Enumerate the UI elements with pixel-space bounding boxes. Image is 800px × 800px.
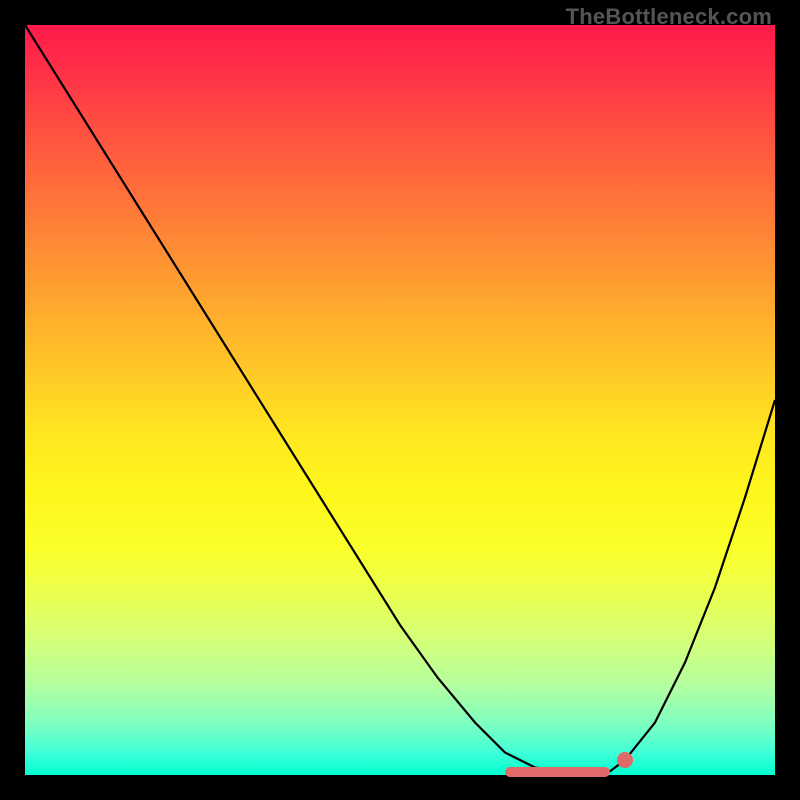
highlight-marker <box>617 752 633 768</box>
bottleneck-curve <box>25 25 775 775</box>
attribution-text: TheBottleneck.com <box>566 4 772 30</box>
plot-area <box>25 25 775 775</box>
chart-container: TheBottleneck.com <box>0 0 800 800</box>
optimal-range-band <box>505 767 610 777</box>
